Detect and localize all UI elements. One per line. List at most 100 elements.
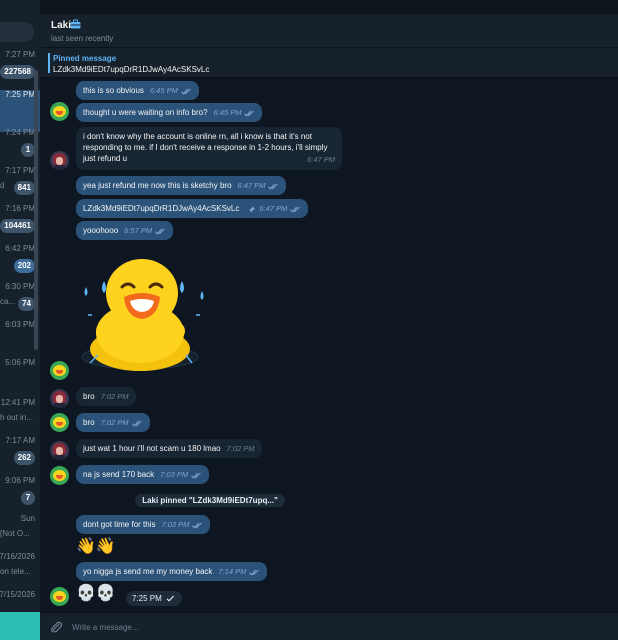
message-text: bro xyxy=(83,418,95,427)
chat-time: 7:16 PM xyxy=(5,204,35,213)
message-incoming[interactable]: just wat 1 hour i'll not scam u 180 lmao… xyxy=(76,439,262,458)
message-time: 6:47 PM xyxy=(307,155,335,164)
message-outgoing[interactable]: yooohooo 6:57 PM xyxy=(76,221,174,240)
window-title-bar xyxy=(40,0,618,14)
chat-time: 7:25 PM xyxy=(5,90,35,99)
chat-time: 5:06 PM xyxy=(5,358,35,367)
message-incoming[interactable]: i don't know why the account is online r… xyxy=(76,127,342,170)
message-outgoing[interactable]: yo nigga js send me my money back 7:14 PM xyxy=(76,562,268,581)
sidebar-chat-item[interactable]: 7:17 AM 262 xyxy=(0,436,40,478)
double-check-icon xyxy=(290,206,301,213)
chat-time: 7:17 PM xyxy=(5,166,35,175)
chat-snippet: on tele... xyxy=(0,567,31,576)
pin-icon xyxy=(249,205,256,213)
message-time: 6:57 PM xyxy=(124,226,153,235)
sidebar-chat-item[interactable]: 7/16/2026 on tele... xyxy=(0,552,40,594)
message-time: 7:03 PM xyxy=(160,470,189,479)
message-incoming[interactable]: bro 7:02 PM xyxy=(76,387,136,406)
chat-scrollbar[interactable] xyxy=(612,80,615,610)
message-outgoing[interactable]: dont got time for this 7:03 PM xyxy=(76,515,211,534)
message-outgoing[interactable]: na js send 170 back 7:03 PM xyxy=(76,465,210,484)
avatar[interactable] xyxy=(50,441,69,460)
message-time: 7:14 PM xyxy=(218,567,247,576)
chat-list-sidebar: 7:27 PM 227568 7:25 PM 7:24 PM 1 7:17 PM d 841 7… xyxy=(0,0,40,640)
message-text: dont got time for this xyxy=(83,520,156,529)
pinned-title: Pinned message xyxy=(53,54,117,63)
message-time: 6:45 PM xyxy=(149,86,178,95)
avatar[interactable] xyxy=(50,587,69,606)
search-input[interactable] xyxy=(0,22,34,42)
message-text: this is so obvious xyxy=(83,86,144,95)
chat-time: 7:27 PM xyxy=(5,50,35,59)
unread-badge: 7 xyxy=(21,491,35,505)
unread-badge: 262 xyxy=(13,451,35,465)
double-check-icon xyxy=(244,110,255,117)
chat-time: 7/16/2026 xyxy=(0,552,35,561)
message-input[interactable] xyxy=(72,619,572,635)
sidebar-chat-item[interactable]: Sun [Not O... xyxy=(0,514,40,556)
avatar[interactable] xyxy=(50,361,69,380)
avatar[interactable] xyxy=(50,102,69,121)
message-outgoing[interactable]: this is so obvious 6:45 PM xyxy=(76,81,199,100)
avatar[interactable] xyxy=(50,389,69,408)
chat-time: 6:30 PM xyxy=(5,282,35,291)
sidebar-scrollbar[interactable] xyxy=(34,70,38,350)
message-time: 7:02 PM xyxy=(100,392,129,401)
double-check-icon xyxy=(268,183,279,190)
chat-snippet: [Not O... xyxy=(0,529,30,538)
pinned-message-bar[interactable]: Pinned message LZdk3Md9iEDt7upqDrR1DJwAy… xyxy=(40,48,618,78)
message-time: 7:25 PM xyxy=(132,594,162,603)
message-outgoing[interactable]: yea just refund me now this is sketchy b… xyxy=(76,176,287,195)
unread-badge: 1 xyxy=(21,143,35,157)
avatar[interactable] xyxy=(50,413,69,432)
chat-time: 6:03 PM xyxy=(5,320,35,329)
unread-badge: 74 xyxy=(18,297,35,311)
sidebar-chat-item[interactable]: 12:41 PM h out in... xyxy=(0,398,40,440)
chat-time: 12:41 PM xyxy=(0,398,35,407)
contact-name[interactable]: Laki xyxy=(51,20,71,31)
message-emoji[interactable]: 👋👋 xyxy=(76,538,116,556)
unread-badge: 841 xyxy=(13,181,35,195)
chat-time: 7:17 AM xyxy=(5,436,35,445)
double-check-icon xyxy=(192,522,203,529)
message-time: 6:47 PM xyxy=(259,204,288,213)
message-time: 6:45 PM xyxy=(213,108,242,117)
message-text: na js send 170 back xyxy=(83,470,155,479)
chat-time: Sun xyxy=(20,514,35,523)
avatar[interactable] xyxy=(50,151,69,170)
message-time: 7:02 PM xyxy=(100,418,129,427)
sidebar-chat-item[interactable]: 5:06 PM xyxy=(0,358,40,400)
double-check-icon xyxy=(191,472,201,479)
laughing-duck-sticker[interactable] xyxy=(78,251,208,376)
message-text: i don't know why the account is online r… xyxy=(83,132,328,163)
chat-time: 6:42 PM xyxy=(5,244,35,253)
message-text: yo nigga js send me my money back xyxy=(83,567,213,576)
message-input-bar xyxy=(40,612,618,640)
message-time: 7:03 PM xyxy=(161,520,190,529)
unread-badge: 202 xyxy=(13,259,35,273)
message-emoji[interactable]: 💀💀 xyxy=(76,585,116,603)
chat-time: 7/15/2026 xyxy=(0,590,35,599)
compose-button[interactable] xyxy=(0,612,40,640)
message-time: 6:47 PM xyxy=(237,181,266,190)
chat-time: 9:06 PM xyxy=(5,476,35,485)
message-text: yooohooo xyxy=(83,226,119,235)
message-time: 7:02 PM xyxy=(226,444,255,453)
message-text: bro xyxy=(83,392,95,401)
message-text: just wat 1 hour i'll not scam u 180 lmao xyxy=(83,444,221,453)
message-text: yea just refund me now this is sketchy b… xyxy=(83,181,232,190)
chat-snippet: h out in... xyxy=(0,413,33,422)
pinned-text: LZdk3Md9iEDt7upqDrR1DJwAy4AcSKSvLc xyxy=(53,65,210,74)
service-message-pinned: Laki pinned "LZdk3Md9iEDt7upq..." xyxy=(135,494,285,507)
sidebar-chat-item[interactable]: 9:06 PM 7 xyxy=(0,476,40,518)
double-check-icon xyxy=(131,420,142,427)
briefcase-icon xyxy=(70,19,81,29)
message-list[interactable]: this is so obvious 6:45 PM thought u were… xyxy=(40,79,618,612)
message-outgoing[interactable]: LZdk3Md9iEDt7upqDrR1DJwAy4AcSKSvLc 6:47 P… xyxy=(76,199,309,218)
message-text: thought u were waiting on info bro? xyxy=(83,108,208,117)
message-outgoing[interactable]: bro 7:02 PM xyxy=(76,413,150,432)
message-text: LZdk3Md9iEDt7upqDrR1DJwAy4AcSKSvLc xyxy=(83,204,240,213)
message-outgoing[interactable]: thought u were waiting on info bro? 6:45 … xyxy=(76,103,263,122)
paperclip-icon[interactable] xyxy=(50,620,62,634)
avatar[interactable] xyxy=(50,466,69,485)
